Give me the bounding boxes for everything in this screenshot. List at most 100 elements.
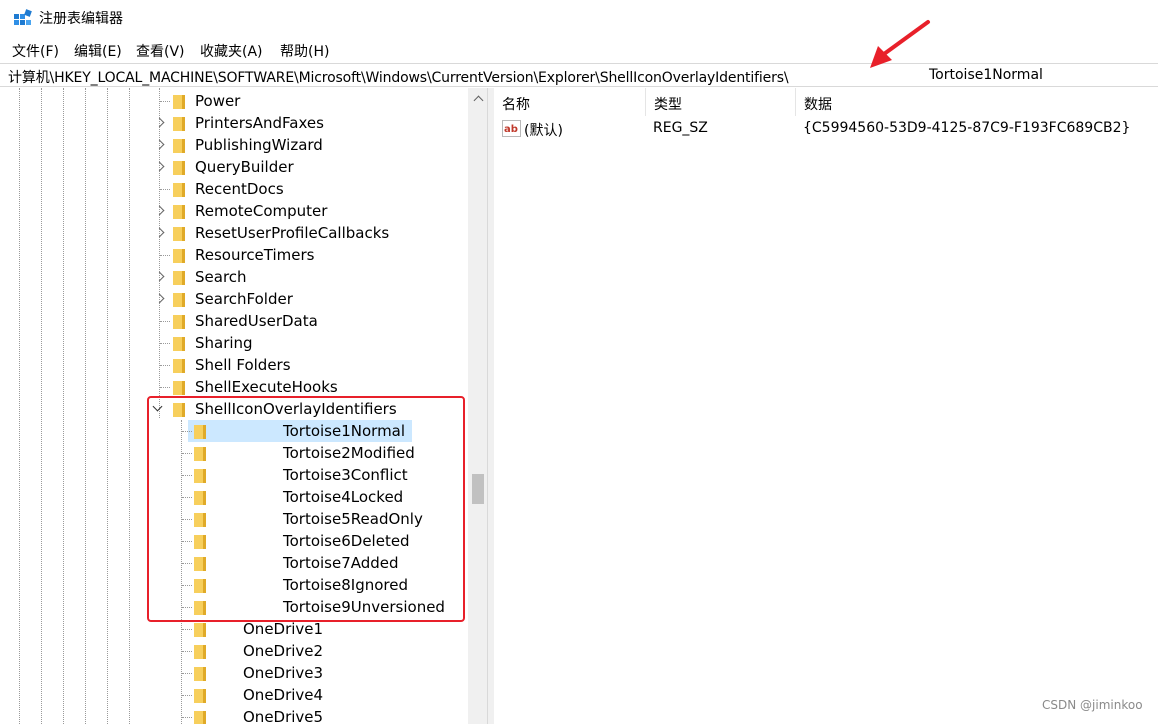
chevron-down-icon[interactable]	[152, 398, 164, 420]
folder-icon	[194, 711, 206, 724]
registry-editor-icon	[14, 9, 32, 25]
tree-item-label: Tortoise8Ignored	[283, 576, 408, 594]
tree-item[interactable]: Tortoise6Deleted	[6, 530, 467, 552]
tree-item[interactable]: OneDrive5	[6, 706, 467, 724]
tree-guide	[160, 343, 170, 344]
tree-item-label: PrintersAndFaxes	[195, 114, 324, 132]
value-row[interactable]: ab (默认) REG_SZ {C5994560-53D9-4125-87C9-…	[494, 118, 1158, 140]
tree-item[interactable]: Tortoise2Modified	[6, 442, 467, 464]
scroll-thumb[interactable]	[472, 474, 484, 504]
tree-item-label: Tortoise2Modified	[283, 444, 415, 462]
tree-item[interactable]: Tortoise7Added	[6, 552, 467, 574]
tree-item-label: ShellExecuteHooks	[195, 378, 338, 396]
folder-icon	[173, 249, 185, 263]
chevron-right-icon[interactable]	[154, 156, 166, 178]
tree-guide	[182, 629, 192, 630]
tree-item[interactable]: Tortoise4Locked	[6, 486, 467, 508]
tree-item[interactable]: ShellIconOverlayIdentifiers	[6, 398, 467, 420]
tree-item-selected[interactable]: Tortoise1Normal	[6, 420, 467, 442]
tree-item[interactable]: Tortoise8Ignored	[6, 574, 467, 596]
tree-item[interactable]: ResetUserProfileCallbacks	[6, 222, 467, 244]
tree-item-label: QueryBuilder	[195, 158, 294, 176]
column-header-name[interactable]: 名称	[494, 88, 646, 116]
chevron-right-icon[interactable]	[154, 112, 166, 134]
tree-item[interactable]: Search	[6, 266, 467, 288]
tree-item-label: PublishingWizard	[195, 136, 323, 154]
folder-icon	[173, 337, 185, 351]
menu-edit[interactable]: 编辑(E)	[74, 41, 122, 61]
folder-icon	[173, 227, 185, 241]
tree-item[interactable]: SharedUserData	[6, 310, 467, 332]
tree-item[interactable]: OneDrive3	[6, 662, 467, 684]
folder-icon	[173, 403, 185, 417]
folder-icon	[173, 381, 185, 395]
column-header-data[interactable]: 数据	[796, 88, 1158, 116]
window-title: 注册表编辑器	[39, 11, 123, 27]
tree-scrollbar[interactable]	[468, 88, 487, 724]
chevron-right-icon[interactable]	[154, 266, 166, 288]
tree-item[interactable]: OneDrive2	[6, 640, 467, 662]
chevron-right-icon[interactable]	[154, 288, 166, 310]
tree-item-label: Shell Folders	[195, 356, 291, 374]
string-value-icon: ab	[502, 120, 521, 137]
tree-item[interactable]: Tortoise3Conflict	[6, 464, 467, 486]
tree-item-label: RemoteComputer	[195, 202, 328, 220]
folder-icon	[173, 161, 185, 175]
tree-item-label: SharedUserData	[195, 312, 318, 330]
scroll-up-arrow-icon[interactable]	[468, 88, 487, 110]
folder-icon	[173, 293, 185, 307]
tree-item[interactable]: SearchFolder	[6, 288, 467, 310]
tree-item-label: OneDrive4	[243, 686, 324, 704]
column-label: 名称	[502, 97, 530, 113]
tree-item-label: ShellIconOverlayIdentifiers	[195, 400, 397, 418]
tree-item[interactable]: PublishingWizard	[6, 134, 467, 156]
tree-item[interactable]: Tortoise9Unversioned	[6, 596, 467, 618]
tree-item[interactable]: QueryBuilder	[6, 156, 467, 178]
tree-item[interactable]: RemoteComputer	[6, 200, 467, 222]
column-label: 数据	[804, 97, 832, 113]
tree-item-label: OneDrive5	[243, 708, 324, 724]
tree-item[interactable]: Shell Folders	[6, 354, 467, 376]
folder-icon	[173, 205, 185, 219]
address-path[interactable]: 计算机\HKEY_LOCAL_MACHINE\SOFTWARE\Microsof…	[8, 67, 789, 87]
chevron-right-icon[interactable]	[154, 134, 166, 156]
folder-icon	[173, 271, 185, 285]
tree-item-label: Tortoise6Deleted	[283, 532, 410, 550]
folder-icon	[194, 513, 206, 527]
menu-favorites[interactable]: 收藏夹(A)	[200, 41, 263, 61]
chevron-right-icon[interactable]	[154, 200, 166, 222]
folder-icon	[173, 139, 185, 153]
tree-item[interactable]: OneDrive1	[6, 618, 467, 640]
value-data: {C5994560-53D9-4125-87C9-F193FC689CB2}	[803, 120, 1131, 136]
tree-item-label: Tortoise9Unversioned	[283, 598, 445, 616]
tree-item[interactable]: OneDrive4	[6, 684, 467, 706]
watermark: CSDN @jiminkoo	[1042, 698, 1143, 712]
tree-item[interactable]: Sharing	[6, 332, 467, 354]
menu-view[interactable]: 查看(V)	[136, 41, 185, 61]
folder-icon	[194, 425, 206, 439]
tree-item[interactable]: Power	[6, 90, 467, 112]
tree-item[interactable]: Tortoise5ReadOnly	[6, 508, 467, 530]
key-tree-pane[interactable]: Power PrintersAndFaxes PublishingWizard Que…	[6, 88, 488, 724]
folder-icon	[173, 183, 185, 197]
folder-icon	[173, 117, 185, 131]
tree-item-label: Tortoise1Normal	[283, 422, 406, 440]
value-type: REG_SZ	[653, 120, 708, 136]
folder-icon	[194, 667, 206, 681]
folder-icon	[194, 557, 206, 571]
folder-icon	[173, 359, 185, 373]
tree-item[interactable]: PrintersAndFaxes	[6, 112, 467, 134]
tree-item-label: Power	[195, 92, 241, 110]
tree-item-label: Tortoise5ReadOnly	[283, 510, 423, 528]
tree-item[interactable]: ShellExecuteHooks	[6, 376, 467, 398]
folder-icon	[194, 469, 206, 483]
chevron-right-icon[interactable]	[154, 222, 166, 244]
menu-help[interactable]: 帮助(H)	[280, 41, 329, 61]
tree-item[interactable]: ResourceTimers	[6, 244, 467, 266]
tree-guide	[182, 695, 192, 696]
menu-file[interactable]: 文件(F)	[12, 41, 59, 61]
tree-item[interactable]: RecentDocs	[6, 178, 467, 200]
address-bar[interactable]: 计算机\HKEY_LOCAL_MACHINE\SOFTWARE\Microsof…	[0, 63, 1158, 87]
values-list-pane[interactable]: 名称 类型 数据 ab (默认) REG_SZ {C5994560-53D9-4…	[494, 88, 1158, 724]
column-header-type[interactable]: 类型	[646, 88, 796, 116]
